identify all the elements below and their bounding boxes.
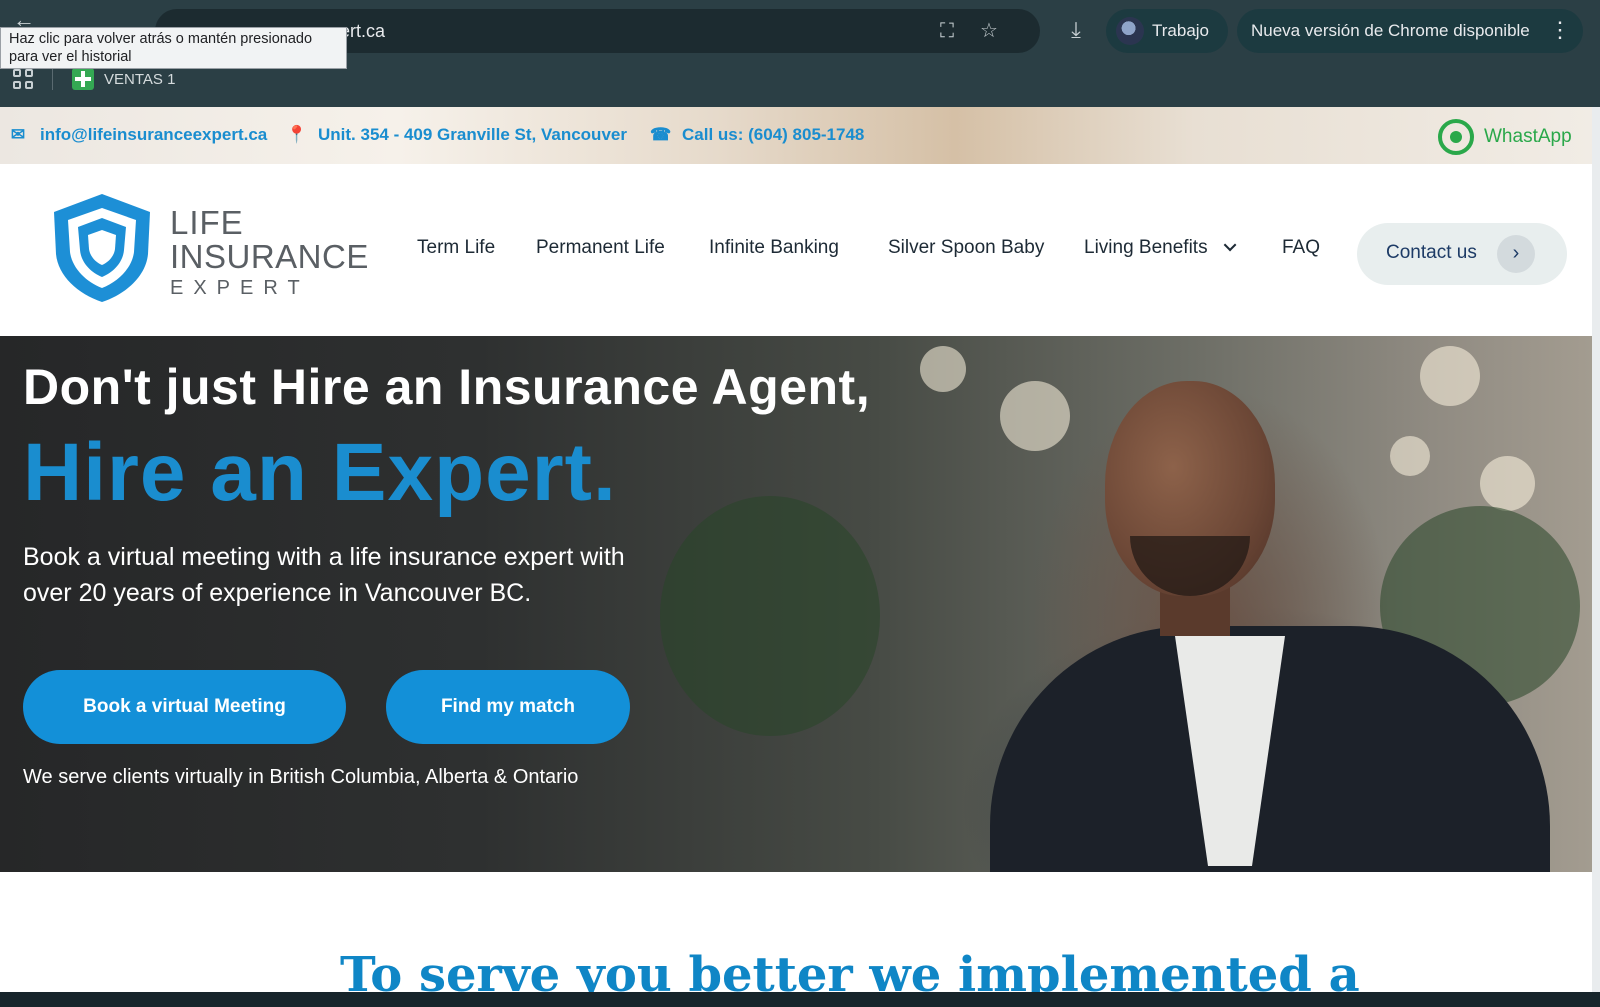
- hero-subheadline: Hire an Expert.: [23, 427, 617, 518]
- background-plant: [660, 496, 880, 736]
- tooltip-line-1: Haz clic para volver atrás o mantén pres…: [9, 31, 313, 47]
- bokeh-light: [1390, 436, 1430, 476]
- bookmark-ventas[interactable]: VENTAS 1: [72, 68, 175, 90]
- nav-permanent-life[interactable]: Permanent Life: [536, 237, 665, 259]
- apps-grid-icon[interactable]: [13, 69, 33, 89]
- find-my-match-button[interactable]: Find my match: [386, 670, 630, 744]
- logo-line-1: LIFE: [170, 204, 244, 241]
- back-button-tooltip: Haz clic para volver atrás o mantén pres…: [0, 27, 347, 69]
- hero-headline: Don't just Hire an Insurance Agent,: [23, 359, 871, 415]
- contact-topbar: ✉ info@lifeinsuranceexpert.ca 📍 Unit. 35…: [0, 107, 1592, 164]
- service-area-note: We serve clients virtually in British Co…: [23, 766, 579, 788]
- avatar: [1116, 17, 1144, 45]
- section-title: To serve you better we implemented a: [340, 947, 1360, 992]
- map-pin-icon: 📍: [286, 125, 308, 144]
- chevron-down-icon: [1223, 238, 1236, 252]
- email-text: info@lifeinsuranceexpert.ca: [40, 125, 268, 144]
- nav-living-benefits-label: Living Benefits: [1084, 237, 1208, 258]
- whatsapp-label: WhastApp: [1484, 126, 1572, 147]
- bokeh-light: [1480, 456, 1535, 511]
- bookmark-separator: [52, 68, 53, 90]
- bokeh-light: [1000, 381, 1070, 451]
- profile-name: Trabajo: [1152, 21, 1210, 40]
- translate-icon[interactable]: ⛶: [935, 19, 959, 43]
- site-logo[interactable]: LIFE INSURANCE EXPERT: [54, 190, 368, 306]
- hero-section: Don't just Hire an Insurance Agent, Hire…: [0, 336, 1592, 872]
- book-meeting-button[interactable]: Book a virtual Meeting: [23, 670, 346, 744]
- profile-button[interactable]: Trabajo: [1106, 9, 1228, 53]
- nav-infinite-banking[interactable]: Infinite Banking: [709, 237, 839, 259]
- download-icon[interactable]: ⤓: [1062, 16, 1090, 44]
- address-link[interactable]: 📍 Unit. 354 - 409 Granville St, Vancouve…: [286, 125, 627, 145]
- logo-wordmark: LIFE INSURANCE EXPERT: [170, 206, 369, 301]
- phone-text: Call us: (604) 805-1748: [682, 125, 865, 144]
- website-viewport: ✉ info@lifeinsuranceexpert.ca 📍 Unit. 35…: [0, 107, 1592, 992]
- bookmark-label: VENTAS 1: [104, 70, 176, 88]
- sheets-icon: [72, 68, 94, 90]
- window-bottom-edge: [0, 992, 1600, 1007]
- hero-description: Book a virtual meeting with a life insur…: [23, 543, 625, 607]
- whatsapp-link[interactable]: WhastApp: [1438, 119, 1572, 155]
- chevron-right-icon: ›: [1497, 235, 1535, 273]
- address-text: Unit. 354 - 409 Granville St, Vancouver: [318, 125, 627, 144]
- contact-us-button[interactable]: Contact us ›: [1357, 223, 1567, 285]
- whatsapp-icon: [1438, 119, 1474, 155]
- chrome-update-label: Nueva versión de Chrome disponible: [1251, 21, 1530, 40]
- phone-link[interactable]: ☎ Call us: (604) 805-1748: [650, 125, 864, 145]
- bokeh-light: [1420, 346, 1480, 406]
- person-beard: [1130, 536, 1250, 596]
- chrome-update-button[interactable]: Nueva versión de Chrome disponible ⋮: [1237, 9, 1583, 53]
- phone-icon: ☎: [650, 125, 672, 144]
- bokeh-light: [920, 346, 966, 392]
- contact-us-label: Contact us: [1386, 242, 1477, 263]
- logo-line-2: INSURANCE: [170, 238, 369, 275]
- mail-icon: ✉: [10, 125, 26, 144]
- next-section: To serve you better we implemented a: [0, 872, 1592, 992]
- email-link[interactable]: ✉ info@lifeinsuranceexpert.ca: [8, 125, 267, 145]
- nav-faq[interactable]: FAQ: [1282, 237, 1320, 259]
- star-icon[interactable]: ☆: [977, 19, 1001, 43]
- shield-icon: [54, 194, 150, 302]
- kebab-menu-icon[interactable]: ⋮: [1549, 17, 1571, 43]
- page-scroll-edge: [1592, 107, 1600, 992]
- logo-line-3: EXPERT: [170, 277, 310, 299]
- nav-living-benefits[interactable]: Living Benefits: [1084, 237, 1236, 259]
- nav-term-life[interactable]: Term Life: [417, 237, 495, 259]
- tooltip-line-2: para ver el historial: [9, 49, 132, 65]
- main-navbar: LIFE INSURANCE EXPERT Term Life Permanen…: [0, 164, 1592, 336]
- nav-silver-spoon-baby[interactable]: Silver Spoon Baby: [888, 237, 1044, 259]
- browser-toolbar: ← ert.ca ⛶ ☆ ⤓ Trabajo Nueva versión de …: [0, 0, 1600, 107]
